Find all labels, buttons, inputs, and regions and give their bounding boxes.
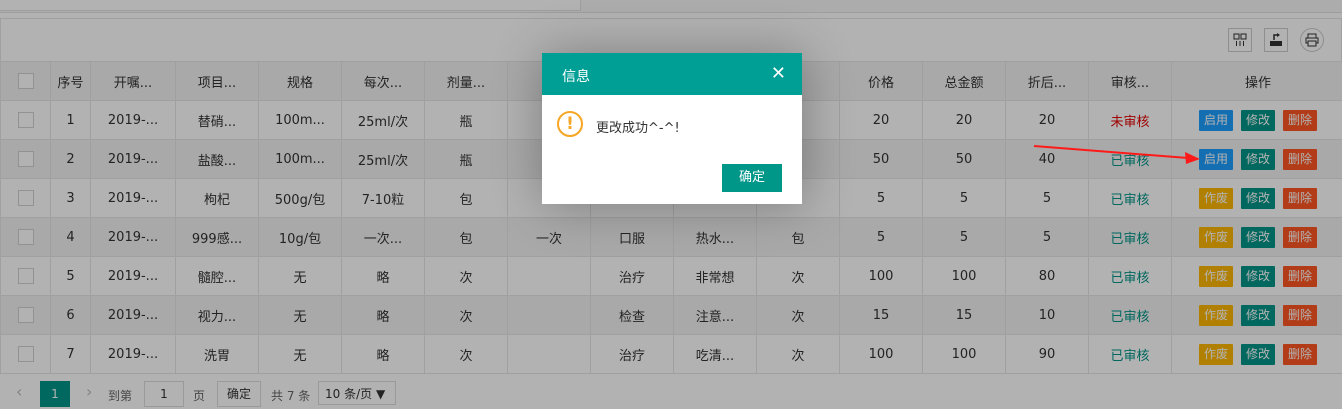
warning-icon: ! bbox=[557, 111, 583, 137]
arrow-annotation bbox=[1030, 140, 1210, 170]
dialog-title: 信息 bbox=[562, 66, 590, 86]
dialog-confirm-button[interactable]: 确定 bbox=[722, 164, 782, 192]
close-icon[interactable]: ✕ bbox=[771, 65, 786, 83]
dialog-message: 更改成功^-^! bbox=[596, 117, 680, 136]
dialog-body: ! 更改成功^-^! bbox=[542, 95, 802, 155]
dialog-header: 信息 ✕ bbox=[542, 53, 802, 95]
info-dialog: 信息 ✕ ! 更改成功^-^! 确定 bbox=[542, 53, 802, 204]
